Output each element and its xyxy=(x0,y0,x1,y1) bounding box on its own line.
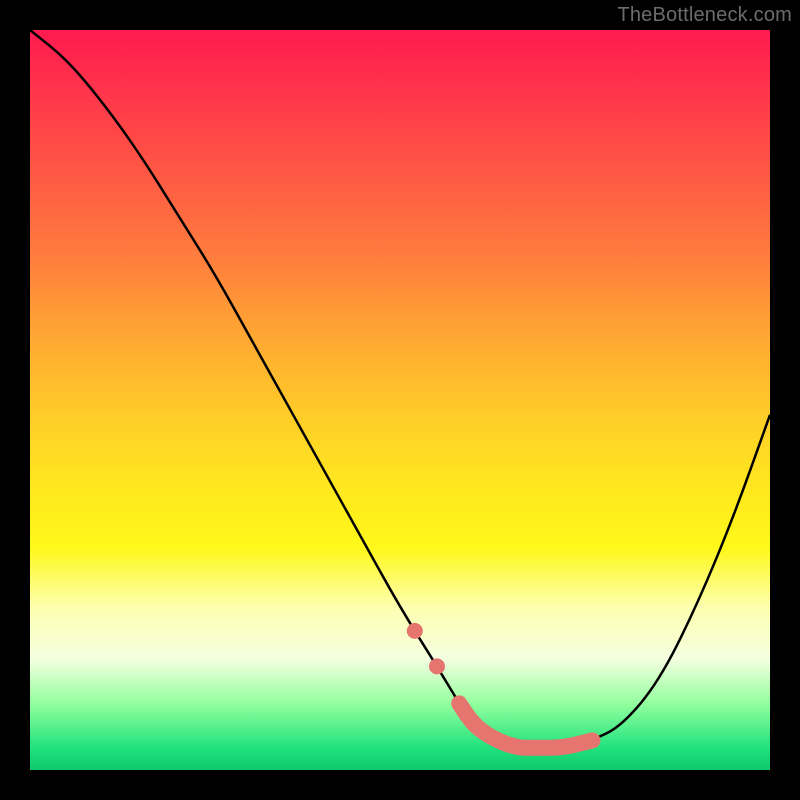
gradient-background xyxy=(30,30,770,770)
watermark-text: TheBottleneck.com xyxy=(617,4,792,27)
chart-frame: TheBottleneck.com xyxy=(0,0,800,800)
